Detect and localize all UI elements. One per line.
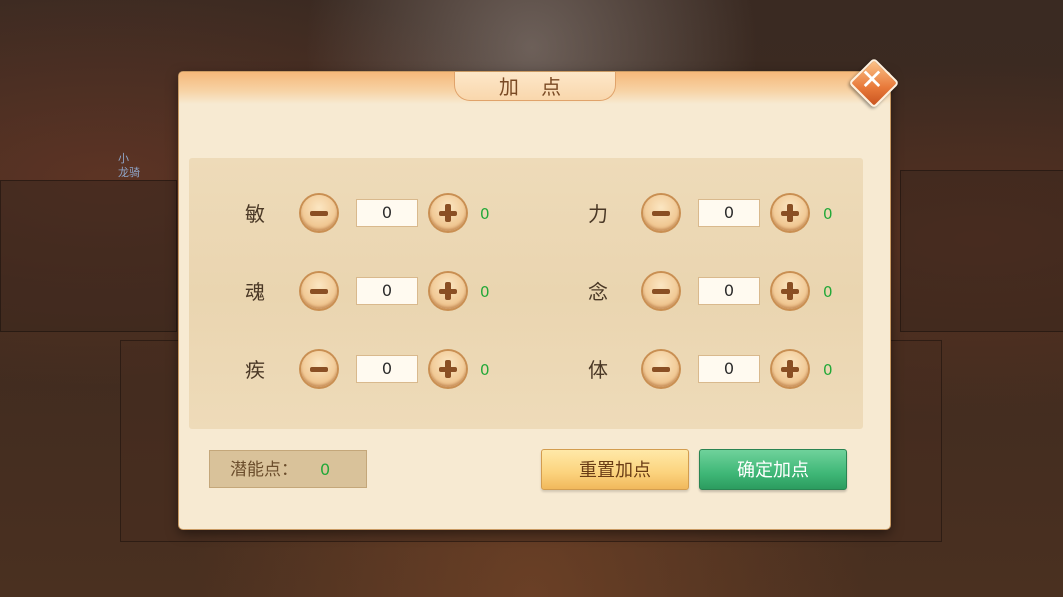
stat-gain: 0 <box>480 361 490 379</box>
stat-label: 体 <box>588 358 608 382</box>
stat-gain: 0 <box>823 283 833 301</box>
confirm-points-button[interactable]: 确定加点 <box>699 449 847 490</box>
close-button[interactable]: ✕ <box>848 57 900 109</box>
plus-icon <box>445 282 451 300</box>
minus-icon <box>652 289 670 294</box>
decrease-button[interactable] <box>643 273 679 309</box>
decrease-button[interactable] <box>301 351 337 387</box>
plus-icon <box>445 360 451 378</box>
stat-value[interactable]: 0 <box>356 355 418 383</box>
plus-icon <box>787 360 793 378</box>
increase-button[interactable] <box>430 273 466 309</box>
increase-button[interactable] <box>772 273 808 309</box>
stat-gain: 0 <box>480 283 490 301</box>
stat-row-nian: 念 0 0 <box>588 272 848 312</box>
minus-icon <box>652 211 670 216</box>
minus-icon <box>652 367 670 372</box>
stat-value[interactable]: 0 <box>698 199 760 227</box>
increase-button[interactable] <box>430 351 466 387</box>
stat-row-li: 力 0 0 <box>588 194 848 234</box>
decrease-button[interactable] <box>301 273 337 309</box>
stat-label: 力 <box>588 202 608 226</box>
reset-points-button[interactable]: 重置加点 <box>541 449 689 490</box>
stat-gain: 0 <box>823 205 833 223</box>
background-building-left <box>0 180 177 332</box>
background-player-name: 小 龙骑 <box>118 152 140 180</box>
stat-value[interactable]: 0 <box>356 277 418 305</box>
stat-value[interactable]: 0 <box>698 277 760 305</box>
minus-icon <box>310 289 328 294</box>
stat-value[interactable]: 0 <box>356 199 418 227</box>
potential-points-label: 潜能点： <box>230 460 298 480</box>
stat-value[interactable]: 0 <box>698 355 760 383</box>
stat-row-hun: 魂 0 0 <box>245 272 505 312</box>
stat-gain: 0 <box>823 361 833 379</box>
stat-label: 念 <box>588 280 608 304</box>
potential-points-box: 潜能点： 0 <box>209 450 367 488</box>
stat-row-ji: 疾 0 0 <box>245 350 505 390</box>
decrease-button[interactable] <box>643 195 679 231</box>
decrease-button[interactable] <box>643 351 679 387</box>
player-name-line2: 龙骑 <box>118 166 140 179</box>
increase-button[interactable] <box>772 195 808 231</box>
stat-label: 魂 <box>245 280 265 304</box>
minus-icon <box>310 211 328 216</box>
stat-row-min: 敏 0 0 <box>245 194 505 234</box>
stat-label: 疾 <box>245 358 265 382</box>
decrease-button[interactable] <box>301 195 337 231</box>
player-name-line1: 小 <box>118 152 129 165</box>
minus-icon <box>310 367 328 372</box>
plus-icon <box>445 204 451 222</box>
dialog-title: 加 点 <box>498 75 570 99</box>
increase-button[interactable] <box>430 195 466 231</box>
increase-button[interactable] <box>772 351 808 387</box>
close-icon: ✕ <box>860 63 884 96</box>
plus-icon <box>787 282 793 300</box>
potential-points-value: 0 <box>320 460 331 479</box>
stat-row-ti: 体 0 0 <box>588 350 848 390</box>
plus-icon <box>787 204 793 222</box>
background-building-right <box>900 170 1063 332</box>
stat-label: 敏 <box>245 202 265 226</box>
stat-gain: 0 <box>480 205 490 223</box>
